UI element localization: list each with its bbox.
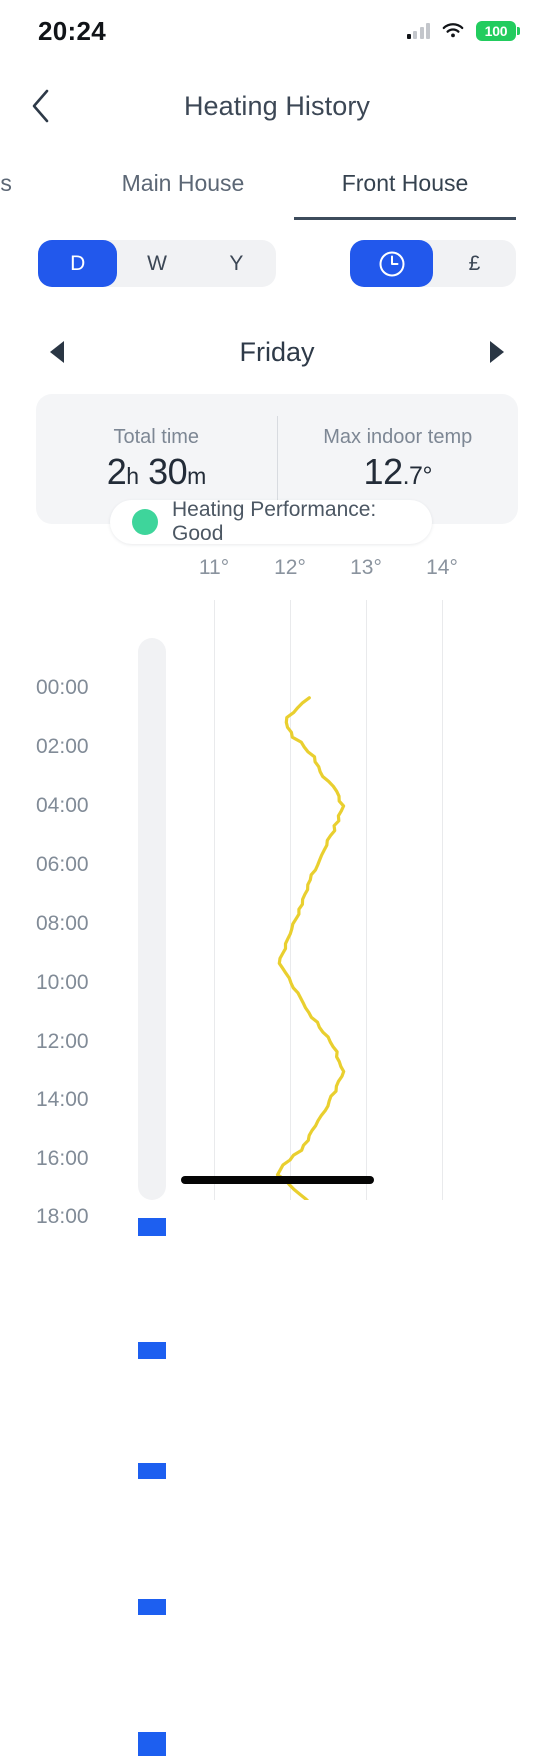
next-day-button[interactable]: [480, 334, 514, 370]
time-tick-1800: 18:00: [36, 1205, 89, 1228]
mode-segmented-control: £: [350, 240, 516, 287]
total-time-label: Total time: [113, 425, 200, 448]
heating-history-chart: 11° 12° 13° 14° 00:00 02:00 04:00 06:00 …: [0, 556, 554, 1756]
period-segmented-control: D W Y: [38, 240, 276, 287]
heating-performance-badge: Heating Performance: Good: [110, 498, 432, 545]
previous-day-button[interactable]: [40, 334, 74, 370]
heating-period-bar: [138, 1342, 166, 1359]
tab-main-house[interactable]: Main House: [72, 150, 294, 220]
day-navigator: Friday: [0, 322, 554, 382]
mode-option-time[interactable]: [350, 240, 433, 287]
period-option-day[interactable]: D: [38, 240, 118, 287]
battery-icon: 100: [476, 21, 520, 41]
heating-period-bar: [138, 1218, 166, 1236]
heating-period-bar: [138, 1732, 166, 1756]
max-indoor-temp-value: 12.7°: [363, 450, 433, 492]
temperature-axis: 11° 12° 13° 14°: [0, 556, 554, 600]
temp-tick-12: 12°: [274, 556, 306, 579]
heating-period-bar: [138, 1463, 166, 1479]
home-indicator: [181, 1176, 374, 1184]
current-day-label: Friday: [239, 336, 315, 367]
max-temp-whole: 12: [363, 450, 404, 492]
wifi-icon: [442, 23, 464, 38]
controls-row: D W Y £: [0, 240, 554, 295]
battery-level-label: 100: [484, 23, 508, 39]
total-time-minutes: 30: [148, 450, 188, 492]
total-time-hours-unit: h: [126, 462, 139, 489]
temp-tick-14: 14°: [426, 556, 458, 579]
indoor-temperature-line: [275, 696, 346, 1200]
clock-icon: [379, 251, 404, 276]
mode-option-cost[interactable]: £: [433, 240, 516, 287]
triangle-right-icon: [489, 341, 504, 363]
temp-tick-11: 11°: [198, 556, 230, 579]
period-option-week[interactable]: W: [117, 240, 196, 287]
total-time-value: 2h 30m: [106, 450, 207, 492]
navigation-bar: Heating History: [0, 70, 554, 142]
heating-period-bar: [138, 1599, 166, 1615]
heating-performance-label: Heating Performance: Good: [172, 498, 377, 545]
temp-tick-13: 13°: [350, 556, 382, 579]
status-bar-clock: 20:24: [38, 15, 106, 46]
period-option-year[interactable]: Y: [197, 240, 276, 287]
page-title: Heating History: [183, 90, 371, 121]
zone-tabs: ones Main House Front House: [0, 150, 554, 220]
status-bar: 20:24 100: [0, 0, 554, 62]
tab-front-house[interactable]: Front House: [294, 150, 516, 220]
status-bar-indicators: 100: [406, 21, 520, 41]
max-indoor-temp-label: Max indoor temp: [323, 425, 473, 448]
status-dot-icon: [132, 509, 158, 535]
total-time-minutes-unit: m: [187, 462, 206, 489]
triangle-left-icon: [50, 341, 64, 363]
tab-zones[interactable]: ones: [0, 150, 72, 220]
max-temp-decimal: .7°: [402, 461, 433, 490]
total-time-hours: 2: [106, 450, 127, 492]
cellular-signal-icon: [406, 23, 430, 39]
